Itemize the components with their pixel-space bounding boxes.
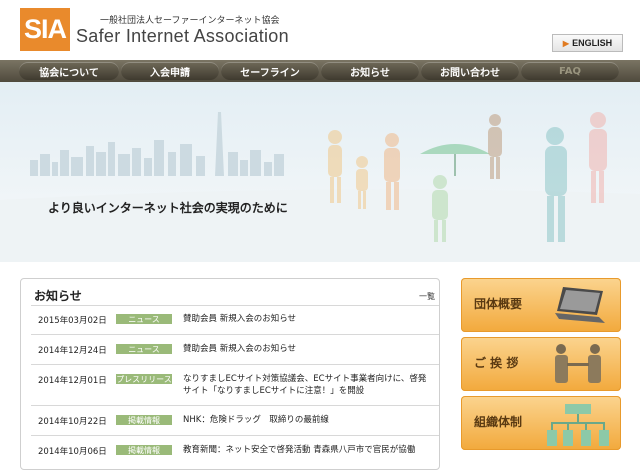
news-panel: お知らせ 一覧 2015年03月02日 ニュース 賛助会員 新規入会のお知らせ … bbox=[20, 278, 440, 470]
news-heading: お知らせ bbox=[34, 289, 82, 303]
news-date: 2014年12月24日 bbox=[38, 346, 107, 356]
sidebar-item-label: 団体概要 bbox=[474, 297, 523, 311]
sidebar-item-greeting[interactable]: ご 挨 拶 bbox=[461, 337, 621, 391]
news-text[interactable]: NHK：危険ドラッグ 取締りの最前線 bbox=[183, 414, 433, 426]
org-chart-icon bbox=[547, 404, 609, 446]
news-category-badge: ニュース bbox=[116, 344, 172, 354]
hero-banner: より良いインターネット社会の実現のために bbox=[0, 82, 640, 262]
news-date: 2014年10月22日 bbox=[38, 417, 107, 427]
hero-tagline: より良いインターネット社会の実現のために bbox=[48, 201, 288, 215]
org-name-en: Safer Internet Association bbox=[76, 26, 289, 46]
logo-text: SIA bbox=[23, 14, 67, 44]
nav-label: お知らせ bbox=[350, 67, 390, 79]
sidebar-item-overview[interactable]: 団体概要 bbox=[461, 278, 621, 332]
news-text[interactable]: 賛助会員 新規入会のお知らせ bbox=[183, 313, 433, 325]
nav-label: セーフライン bbox=[240, 67, 300, 79]
nav-label: 協会について bbox=[39, 67, 99, 79]
news-date: 2014年12月01日 bbox=[38, 376, 107, 386]
news-date: 2015年03月02日 bbox=[38, 316, 107, 326]
news-text[interactable]: 賛助会員 新規入会のお知らせ bbox=[183, 343, 433, 355]
nav-label: お問い合わせ bbox=[440, 67, 500, 79]
laptop-icon bbox=[555, 287, 605, 323]
site-header: SIA 一般社団法人セーファーインターネット協会 Safer Internet … bbox=[0, 0, 640, 60]
nav-item-faq[interactable]: FAQ bbox=[521, 62, 619, 80]
news-text[interactable]: なりすましECサイト対策協議会、ECサイト事業者向けに、啓発サイト「なりすましE… bbox=[183, 373, 433, 397]
news-category-badge: プレスリリース bbox=[116, 374, 172, 384]
org-name-jp: 一般社団法人セーファーインターネット協会 bbox=[100, 16, 280, 26]
sidebar-item-organization[interactable]: 組織体制 bbox=[461, 396, 621, 450]
news-item[interactable]: 2015年03月02日 ニュース 賛助会員 新規入会のお知らせ bbox=[31, 305, 439, 334]
nav-item-about[interactable]: 協会について bbox=[19, 62, 119, 80]
nav-item-safeline[interactable]: セーフライン bbox=[221, 62, 319, 80]
news-list-link[interactable]: 一覧 bbox=[419, 291, 435, 302]
sia-logo[interactable]: SIA bbox=[20, 8, 70, 51]
handshake-icon bbox=[555, 344, 601, 383]
nav-label: 入会申請 bbox=[150, 67, 190, 79]
nav-item-contact[interactable]: お問い合わせ bbox=[421, 62, 519, 80]
hero-illustration bbox=[0, 112, 640, 262]
arrow-right-icon: ▶ bbox=[562, 38, 570, 48]
news-item[interactable]: 2014年12月24日 ニュース 賛助会員 新規入会のお知らせ bbox=[31, 334, 439, 364]
news-category-badge: 掲載情報 bbox=[116, 445, 172, 455]
news-date: 2014年10月06日 bbox=[38, 447, 107, 457]
english-button-label: ENGLISH bbox=[572, 38, 613, 48]
nav-label: FAQ bbox=[559, 65, 581, 77]
news-category-badge: ニュース bbox=[116, 314, 172, 324]
english-button[interactable]: ▶ ENGLISH bbox=[552, 34, 623, 52]
sidebar-item-label: 組織体制 bbox=[474, 415, 523, 429]
news-category-badge: 掲載情報 bbox=[116, 415, 172, 425]
news-item[interactable]: 2014年10月22日 掲載情報 NHK：危険ドラッグ 取締りの最前線 bbox=[31, 405, 439, 435]
news-item[interactable]: 2014年12月01日 プレスリリース なりすましECサイト対策協議会、ECサイ… bbox=[31, 364, 439, 405]
news-item[interactable]: 2014年10月06日 掲載情報 教育新聞：ネット安全で啓発活動 青森県八戸市で… bbox=[31, 435, 439, 466]
nav-item-news[interactable]: お知らせ bbox=[321, 62, 419, 80]
sidebar-item-label: ご 挨 拶 bbox=[474, 356, 519, 370]
global-nav: 協会について 入会申請 セーフライン お知らせ お問い合わせ FAQ bbox=[0, 60, 640, 82]
news-text[interactable]: 教育新聞：ネット安全で啓発活動 青森県八戸市で官民が協働 bbox=[183, 444, 433, 456]
nav-item-membership[interactable]: 入会申請 bbox=[121, 62, 219, 80]
